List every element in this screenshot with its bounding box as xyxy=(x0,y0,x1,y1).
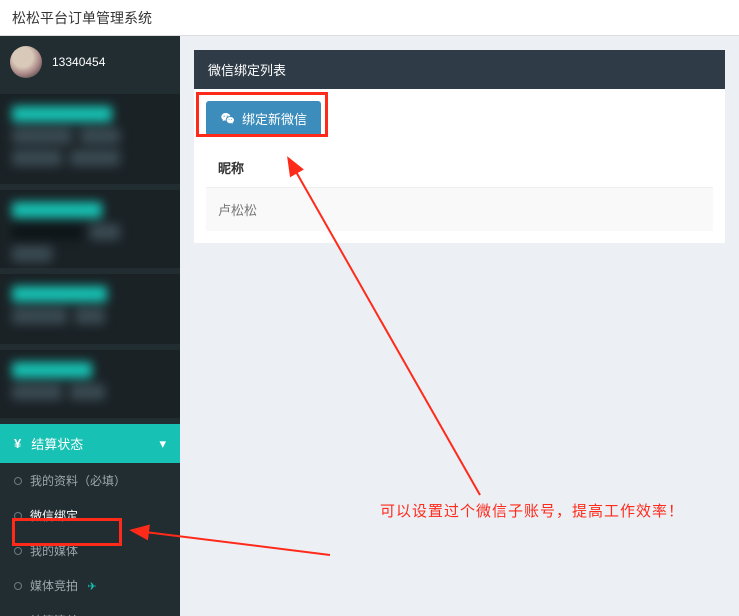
sidebar: 13340454 xyxy=(0,36,180,616)
user-panel: 13340454 xyxy=(0,36,180,88)
blurred-block xyxy=(0,274,180,344)
button-label: 绑定新微信 xyxy=(242,109,307,128)
wechat-icon xyxy=(220,111,236,127)
menu-item-label: 我的资料（必填） xyxy=(30,474,126,488)
app-title: 松松平台订单管理系统 xyxy=(12,10,152,26)
col-nick: 昵称 xyxy=(206,148,713,188)
content-area: 微信绑定列表 绑定新微信 昵称 卢松松 xyxy=(180,36,739,616)
yen-icon: ¥ xyxy=(14,436,21,451)
cell-nick: 卢松松 xyxy=(206,188,713,232)
menu-item-settlement-list[interactable]: 结算清单 ✈ xyxy=(0,603,180,616)
menu-item-label: 我的媒体 xyxy=(30,544,78,558)
annotation-text: 可以设置过个微信子账号，提高工作效率！ xyxy=(380,500,684,521)
menu-header-settlement[interactable]: ¥ 结算状态 ▾ xyxy=(0,424,180,463)
menu-item-my-media[interactable]: 我的媒体 xyxy=(0,533,180,568)
table-row: 卢松松 xyxy=(206,188,713,232)
menu-item-label: 微信绑定 xyxy=(30,509,78,523)
blurred-block xyxy=(0,350,180,418)
menu-item-wechat-bind[interactable]: 微信绑定 xyxy=(0,498,180,533)
menu-item-label: 媒体竞拍 xyxy=(30,579,78,593)
blurred-block xyxy=(0,190,180,268)
card-title: 微信绑定列表 xyxy=(194,50,725,89)
menu-item-profile[interactable]: 我的资料（必填） xyxy=(0,463,180,498)
paper-plane-icon: ✈ xyxy=(87,581,96,593)
wechat-bind-card: 微信绑定列表 绑定新微信 昵称 卢松松 xyxy=(194,50,725,243)
bind-table: 昵称 卢松松 xyxy=(206,148,713,231)
bind-new-wechat-button[interactable]: 绑定新微信 xyxy=(206,101,321,136)
menu-header-label: 结算状态 xyxy=(31,434,83,453)
user-id: 13340454 xyxy=(52,55,105,69)
avatar xyxy=(10,46,42,78)
top-bar: 松松平台订单管理系统 xyxy=(0,0,739,36)
blurred-block xyxy=(0,94,180,184)
menu-item-media-auction[interactable]: 媒体竞拍 ✈ xyxy=(0,568,180,603)
caret-down-icon: ▾ xyxy=(159,436,166,452)
